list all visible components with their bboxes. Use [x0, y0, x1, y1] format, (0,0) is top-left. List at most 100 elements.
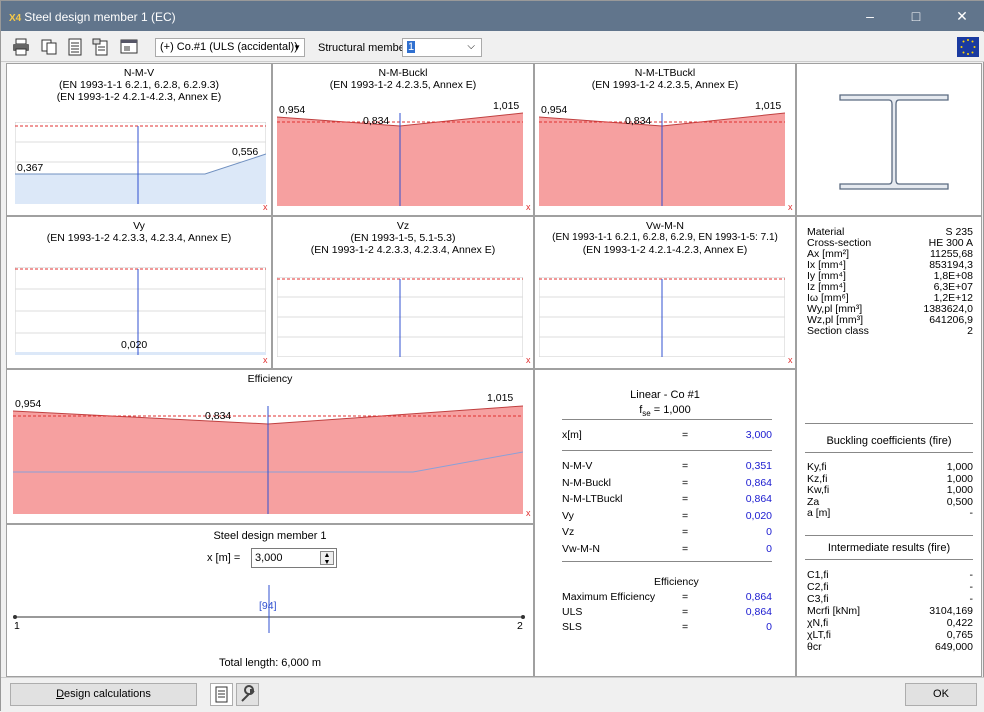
fse-subscript: se	[642, 409, 651, 419]
ok-button[interactable]: OK	[905, 683, 977, 706]
design-calculations-button[interactable]: Design calculations	[10, 683, 197, 706]
property-row: Ax [mm²] 11255,68	[807, 249, 973, 260]
property-value: 6,3E+07	[933, 281, 973, 293]
x-axis-marker: x	[526, 355, 531, 365]
property-value: 1,000	[946, 472, 973, 485]
maximize-button[interactable]: □	[893, 1, 939, 31]
nmv-panel: N-M-V (EN 1993-1-1 6.2.1, 6.2.8, 6.2.9.3…	[6, 63, 272, 216]
property-label: χN,fi	[807, 617, 829, 629]
property-value: 1,000	[946, 484, 973, 496]
property-label: C3,fi	[807, 593, 829, 605]
x-position-input[interactable]: 3,000 ▲ ▼	[251, 548, 337, 568]
nm-ltbuckl-left-value: 0,954	[541, 104, 568, 116]
x-axis-marker: x	[788, 355, 793, 365]
property-row: Iz [mm⁴] 6,3E+07	[807, 282, 973, 293]
property-value: -	[969, 507, 974, 519]
vw-m-n-ref2: (EN 1993-1-2 4.2.1-4.2.3, Annex E)	[582, 244, 748, 256]
cross-section-panel	[796, 63, 982, 216]
nm-buckl-left-value: 0,954	[279, 104, 306, 116]
property-label: χLT,fi	[807, 629, 831, 641]
property-row: χN,fi 0,422	[807, 618, 973, 629]
spinner-icon[interactable]: ▲ ▼	[320, 551, 334, 566]
report-settings-icon[interactable]	[91, 38, 111, 56]
property-row: a [m] -	[807, 508, 973, 519]
property-value: -	[969, 581, 974, 593]
nm-ltbuckl-plot	[539, 112, 785, 206]
property-row: C1,fi -	[807, 570, 973, 581]
vz-title: Vz	[396, 220, 410, 232]
structural-member-select[interactable]: 1 ⌵	[402, 38, 482, 57]
settings-button[interactable]	[236, 683, 259, 706]
result-value: 0,864	[745, 476, 772, 489]
eu-flag-icon[interactable]	[957, 37, 979, 57]
property-value: 641206,9	[929, 314, 973, 326]
result-eq: =	[682, 542, 689, 555]
vz-ref2: (EN 1993-1-2 4.2.3.3, 4.2.3.4, Annex E)	[310, 244, 496, 256]
result-row: Vy = 0,020	[562, 510, 772, 522]
property-label: Kw,fi	[807, 484, 830, 496]
structural-member-value: 1	[407, 41, 416, 53]
member-title: Steel design member 1	[213, 530, 327, 542]
close-button[interactable]: ✕	[939, 1, 984, 31]
result-label: Vw-M-N	[562, 542, 600, 555]
x-axis-marker: x	[263, 355, 268, 365]
nm-ltbuckl-title: N-M-LTBuckl	[634, 67, 696, 79]
property-label: Mcrfi [kNm]	[807, 605, 861, 617]
position-percent-label: [94]	[259, 600, 277, 612]
app-icon: X4	[9, 13, 22, 24]
property-row: Mcrfi [kNm] 3104,169	[807, 606, 973, 617]
property-value: 11255,68	[929, 248, 973, 260]
property-label: θcr	[807, 641, 822, 653]
report-button[interactable]	[210, 683, 233, 706]
result-row: Maximum Efficiency = 0,864	[562, 591, 772, 603]
result-value: 0,864	[745, 606, 772, 618]
result-row: N-M-LTBuckl = 0,864	[562, 493, 772, 505]
print-icon[interactable]	[11, 38, 31, 56]
property-value: 1,000	[946, 461, 973, 473]
copy-icon[interactable]	[39, 38, 59, 56]
wrench-icon	[241, 685, 255, 702]
result-value: 0,020	[745, 509, 772, 522]
efficiency-panel: Efficiency 0,954 0,834 1,015 x	[6, 369, 534, 524]
vw-m-n-panel: Vw-M-N (EN 1993-1-1 6.2.1, 6.2.8, 6.2.9,…	[534, 216, 796, 369]
divider	[562, 561, 772, 562]
property-row: Iy [mm⁴] 1,8E+08	[807, 271, 973, 282]
combination-select[interactable]: (+) Co.#1 (ULS (accidental)) ▼	[155, 38, 305, 57]
property-row: θcr 649,000	[807, 642, 973, 653]
efficiency-title: Efficiency	[247, 373, 293, 385]
result-label: ULS	[562, 606, 583, 618]
property-value: 2	[967, 325, 973, 337]
result-value: 0	[766, 621, 772, 633]
property-row: Material S 235	[807, 227, 973, 238]
result-row: Vw-M-N = 0	[562, 543, 772, 555]
property-value: 0,765	[946, 629, 973, 641]
property-row: Za 0,500	[807, 495, 973, 508]
result-label: N-M-LTBuckl	[562, 493, 623, 505]
combination-value: (+) Co.#1 (ULS (accidental))	[160, 41, 298, 53]
preview-icon[interactable]	[119, 38, 139, 56]
divider	[805, 535, 973, 536]
report-icon[interactable]	[65, 38, 85, 56]
divider	[562, 450, 772, 451]
property-label: Za	[807, 495, 820, 508]
property-label: C2,fi	[807, 581, 829, 593]
window-title-text: Steel design member 1 (EC)	[24, 10, 176, 24]
property-value: 3104,169	[929, 605, 973, 617]
chevron-down-icon: ⌵	[467, 41, 475, 52]
property-value: S 235	[945, 226, 973, 238]
property-row: χLT,fi 0,765	[807, 630, 973, 641]
result-eq: =	[682, 493, 689, 505]
property-label: Section class	[807, 325, 869, 337]
design-calculations-label: esign calculations	[64, 688, 151, 700]
x-axis-marker: x	[263, 202, 268, 212]
nmv-ref2: (EN 1993-1-2 4.2.1-4.2.3, Annex E)	[56, 91, 222, 103]
vy-title: Vy	[133, 220, 145, 232]
vy-mid-value: 0,020	[121, 339, 148, 351]
design-window: X4 Steel design member 1 (EC) – □ ✕ (+) C…	[0, 0, 984, 712]
x-axis-marker: x	[788, 202, 793, 212]
nm-ltbuckl-ref1: (EN 1993-1-2 4.2.3.5, Annex E)	[591, 79, 739, 91]
x-row-label: x[m]	[562, 429, 582, 441]
vw-m-n-plot	[539, 277, 785, 357]
x-row-eq: =	[682, 429, 689, 441]
minimize-button[interactable]: –	[847, 1, 893, 31]
